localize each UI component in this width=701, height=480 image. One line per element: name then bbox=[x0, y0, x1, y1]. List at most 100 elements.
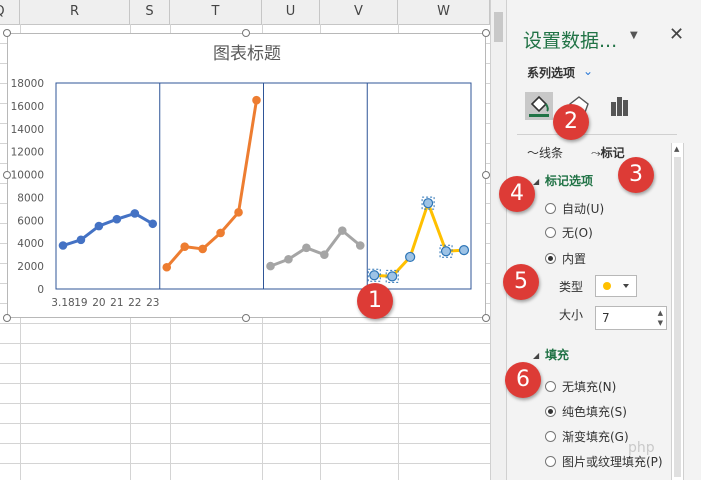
y-tick-label: 14000 bbox=[11, 124, 44, 136]
data-point bbox=[387, 271, 398, 282]
collapse-triangle-icon[interactable]: ◢ bbox=[533, 351, 539, 360]
data-point bbox=[180, 242, 189, 251]
callout-badge: 1 bbox=[357, 283, 393, 319]
column-header[interactable]: S bbox=[130, 0, 170, 24]
format-data-series-pane: 设置数据... ▼ ✕ 系列选项 ⌄ 〜线条 ⤳标记 ◢ 标记选项 自动(U) … bbox=[507, 0, 701, 480]
column-header[interactable]: R bbox=[20, 0, 130, 24]
radio-no-fill[interactable]: 无填充(N) bbox=[545, 378, 616, 395]
y-tick-label: 18000 bbox=[11, 78, 44, 90]
size-value: 7 bbox=[602, 311, 610, 325]
resize-handle[interactable] bbox=[3, 314, 11, 322]
resize-handle[interactable] bbox=[482, 171, 490, 179]
pane-dropdown-icon[interactable]: ▼ bbox=[630, 30, 638, 41]
column-header[interactable]: U bbox=[262, 0, 320, 24]
size-label: 大小 bbox=[559, 308, 584, 322]
marker-type-select[interactable] bbox=[595, 275, 637, 297]
pane-scrollbar[interactable]: ▲ bbox=[671, 143, 684, 480]
column-header[interactable]: W bbox=[398, 0, 490, 24]
scroll-up-icon[interactable]: ▲ bbox=[674, 145, 679, 153]
radio-label: 纯色填充(S) bbox=[562, 405, 627, 419]
resize-handle[interactable] bbox=[482, 29, 490, 37]
series-line bbox=[165, 99, 258, 269]
y-tick-label: 16000 bbox=[11, 101, 44, 113]
resize-handle[interactable] bbox=[3, 29, 11, 37]
radio-builtin[interactable]: 内置 bbox=[545, 250, 586, 267]
tab-marker-label: 标记 bbox=[600, 146, 625, 160]
y-tick-label: 8000 bbox=[17, 192, 44, 204]
radio-label: 内置 bbox=[562, 252, 587, 266]
pane-divider bbox=[517, 134, 677, 135]
pane-title: 设置数据... bbox=[523, 30, 618, 52]
callout-badge: 5 bbox=[503, 264, 539, 300]
data-point bbox=[423, 198, 434, 209]
spreadsheet-area[interactable]: Q R S T U V W 图表标题 18000 16000 14000 12000 1 0… bbox=[0, 0, 490, 480]
bar-chart-icon bbox=[611, 97, 628, 116]
data-point bbox=[94, 221, 104, 231]
y-tick-label: 12000 bbox=[11, 147, 44, 159]
y-tick-label: 4000 bbox=[17, 238, 44, 250]
spin-down-icon[interactable]: ▼ bbox=[658, 312, 663, 334]
radio-button[interactable] bbox=[545, 381, 556, 392]
x-tick-label: 3.18 bbox=[51, 297, 74, 309]
chart-title: 图表标题 bbox=[213, 44, 281, 64]
column-header[interactable]: T bbox=[170, 0, 262, 24]
collapse-triangle-icon[interactable]: ◢ bbox=[533, 177, 539, 186]
data-point bbox=[148, 219, 158, 229]
chevron-down-icon[interactable]: ⌄ bbox=[583, 64, 593, 78]
marker-size-stepper[interactable]: 7 ▲ ▼ bbox=[595, 306, 667, 330]
marker-options-header[interactable]: 标记选项 bbox=[545, 172, 593, 189]
data-point bbox=[198, 244, 207, 254]
radio-button[interactable] bbox=[545, 431, 556, 442]
column-header[interactable]: V bbox=[320, 0, 398, 24]
series-options-label[interactable]: 系列选项 bbox=[527, 64, 575, 81]
radio-label: 无(O) bbox=[562, 226, 593, 240]
resize-handle[interactable] bbox=[482, 314, 490, 322]
data-point bbox=[162, 262, 172, 272]
radio-button-selected[interactable] bbox=[545, 253, 556, 264]
resize-handle[interactable] bbox=[242, 314, 250, 322]
data-point bbox=[216, 228, 225, 238]
series-options-tab[interactable] bbox=[605, 92, 633, 120]
radio-auto[interactable]: 自动(U) bbox=[545, 200, 604, 217]
scrollbar-thumb[interactable] bbox=[674, 157, 681, 477]
diamond-marker-icon bbox=[603, 282, 629, 290]
radio-button[interactable] bbox=[545, 203, 556, 214]
fill-line-tab[interactable] bbox=[525, 92, 553, 120]
data-point bbox=[58, 241, 68, 250]
radio-gradient-fill[interactable]: 渐变填充(G) bbox=[545, 428, 629, 445]
y-tick-label: 0 bbox=[37, 284, 44, 296]
data-point bbox=[369, 270, 380, 281]
radio-button-selected[interactable] bbox=[545, 406, 556, 417]
data-point bbox=[130, 209, 140, 218]
data-point bbox=[76, 235, 86, 245]
data-point bbox=[234, 208, 243, 217]
sheet-vertical-scrollbar[interactable] bbox=[490, 0, 507, 480]
radio-label: 无填充(N) bbox=[562, 380, 617, 394]
resize-handle[interactable] bbox=[242, 29, 250, 37]
line-icon: 〜 bbox=[527, 146, 540, 160]
resize-handle[interactable] bbox=[3, 171, 11, 179]
fill-header[interactable]: 填充 bbox=[545, 346, 569, 363]
x-tick-label: 23 bbox=[146, 297, 159, 309]
series-line bbox=[269, 229, 362, 268]
type-label: 类型 bbox=[559, 280, 584, 294]
radio-label: 自动(U) bbox=[562, 202, 605, 216]
data-point bbox=[338, 226, 347, 235]
radio-button[interactable] bbox=[545, 227, 556, 238]
y-tick-label: 2000 bbox=[17, 261, 44, 273]
column-header[interactable]: Q bbox=[0, 0, 20, 24]
tab-line-label: 线条 bbox=[539, 146, 564, 160]
y-tick-label: 6000 bbox=[17, 215, 44, 227]
x-tick-label: 19 bbox=[74, 297, 87, 309]
tab-marker[interactable]: ⤳标记 bbox=[591, 144, 625, 161]
radio-button[interactable] bbox=[545, 456, 556, 467]
radio-none[interactable]: 无(O) bbox=[545, 224, 593, 241]
scrollbar-thumb[interactable] bbox=[494, 12, 503, 42]
chart-object[interactable]: 图表标题 18000 16000 14000 12000 10000 8000 6000 400… bbox=[7, 33, 486, 318]
tab-line[interactable]: 〜线条 bbox=[527, 144, 563, 161]
radio-solid-fill[interactable]: 纯色填充(S) bbox=[545, 403, 627, 420]
data-point bbox=[266, 261, 275, 271]
callout-badge: 3 bbox=[618, 157, 654, 193]
callout-badge: 2 bbox=[553, 104, 589, 140]
close-icon[interactable]: ✕ bbox=[669, 24, 684, 45]
